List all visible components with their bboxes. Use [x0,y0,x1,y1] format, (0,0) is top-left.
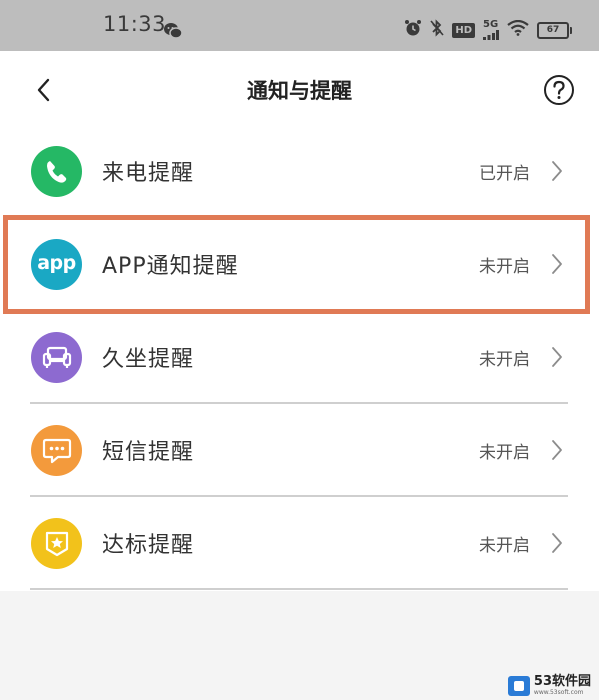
bluetooth-off-icon [430,19,444,41]
row-label: APP通知提醒 [102,254,239,279]
signal-label: 5G [483,19,499,30]
row-label: 达标提醒 [102,533,195,558]
watermark-subtext: www.53soft.com [533,689,584,696]
sofa-icon [31,332,82,383]
question-mark-icon [544,75,574,105]
phone-icon [31,146,82,197]
row-status: 未开启 [479,257,530,277]
row-label: 久坐提醒 [102,347,195,372]
row-label: 来电提醒 [102,161,195,186]
alarm-icon [404,19,422,41]
help-button[interactable] [543,74,575,106]
message-icon [31,425,82,476]
wifi-icon [507,19,529,40]
watermark: 53软件园 www.53soft.com [507,674,591,696]
chevron-right-icon [549,251,565,281]
status-icons: HD 5G 67 [404,17,572,43]
row-status: 未开启 [479,350,530,370]
row-sedentary-reminder[interactable]: 久坐提醒 未开启 [0,312,599,404]
chevron-right-icon [549,344,565,374]
hd-badge: HD [452,22,475,38]
chevron-right-icon [549,530,565,560]
watermark-text: 53软件园 [533,674,591,689]
row-divider [30,588,568,590]
row-app-notification-reminder[interactable]: app APP通知提醒 未开启 [0,219,599,311]
settings-panel: 通知与提醒 来电提醒 已开启 app APP通知提醒 未开启 久坐提醒 未开启 … [0,51,599,591]
page-title: 通知与提醒 [247,79,352,103]
app-icon-text: app [37,252,76,274]
row-sms-reminder[interactable]: 短信提醒 未开启 [0,405,599,497]
status-bar: 11:33 HD 5G 67 [0,0,599,51]
wechat-icon [163,22,183,44]
badge-star-icon [31,518,82,569]
chevron-right-icon [549,437,565,467]
row-divider [30,402,568,404]
battery-indicator: 67 [537,21,572,39]
row-status: 已开启 [479,164,530,184]
row-goal-reached-reminder[interactable]: 达标提醒 未开启 [0,498,599,590]
row-incoming-call-reminder[interactable]: 来电提醒 已开启 [0,126,599,218]
chevron-right-icon [549,158,565,188]
row-status: 未开启 [479,536,530,556]
row-status: 未开启 [479,443,530,463]
app-icon: app [31,239,82,290]
status-time: 11:33 [103,12,167,36]
row-divider [30,495,568,497]
watermark-logo-icon [507,675,530,696]
row-label: 短信提醒 [102,440,195,465]
signal-icon: 5G [483,20,499,40]
